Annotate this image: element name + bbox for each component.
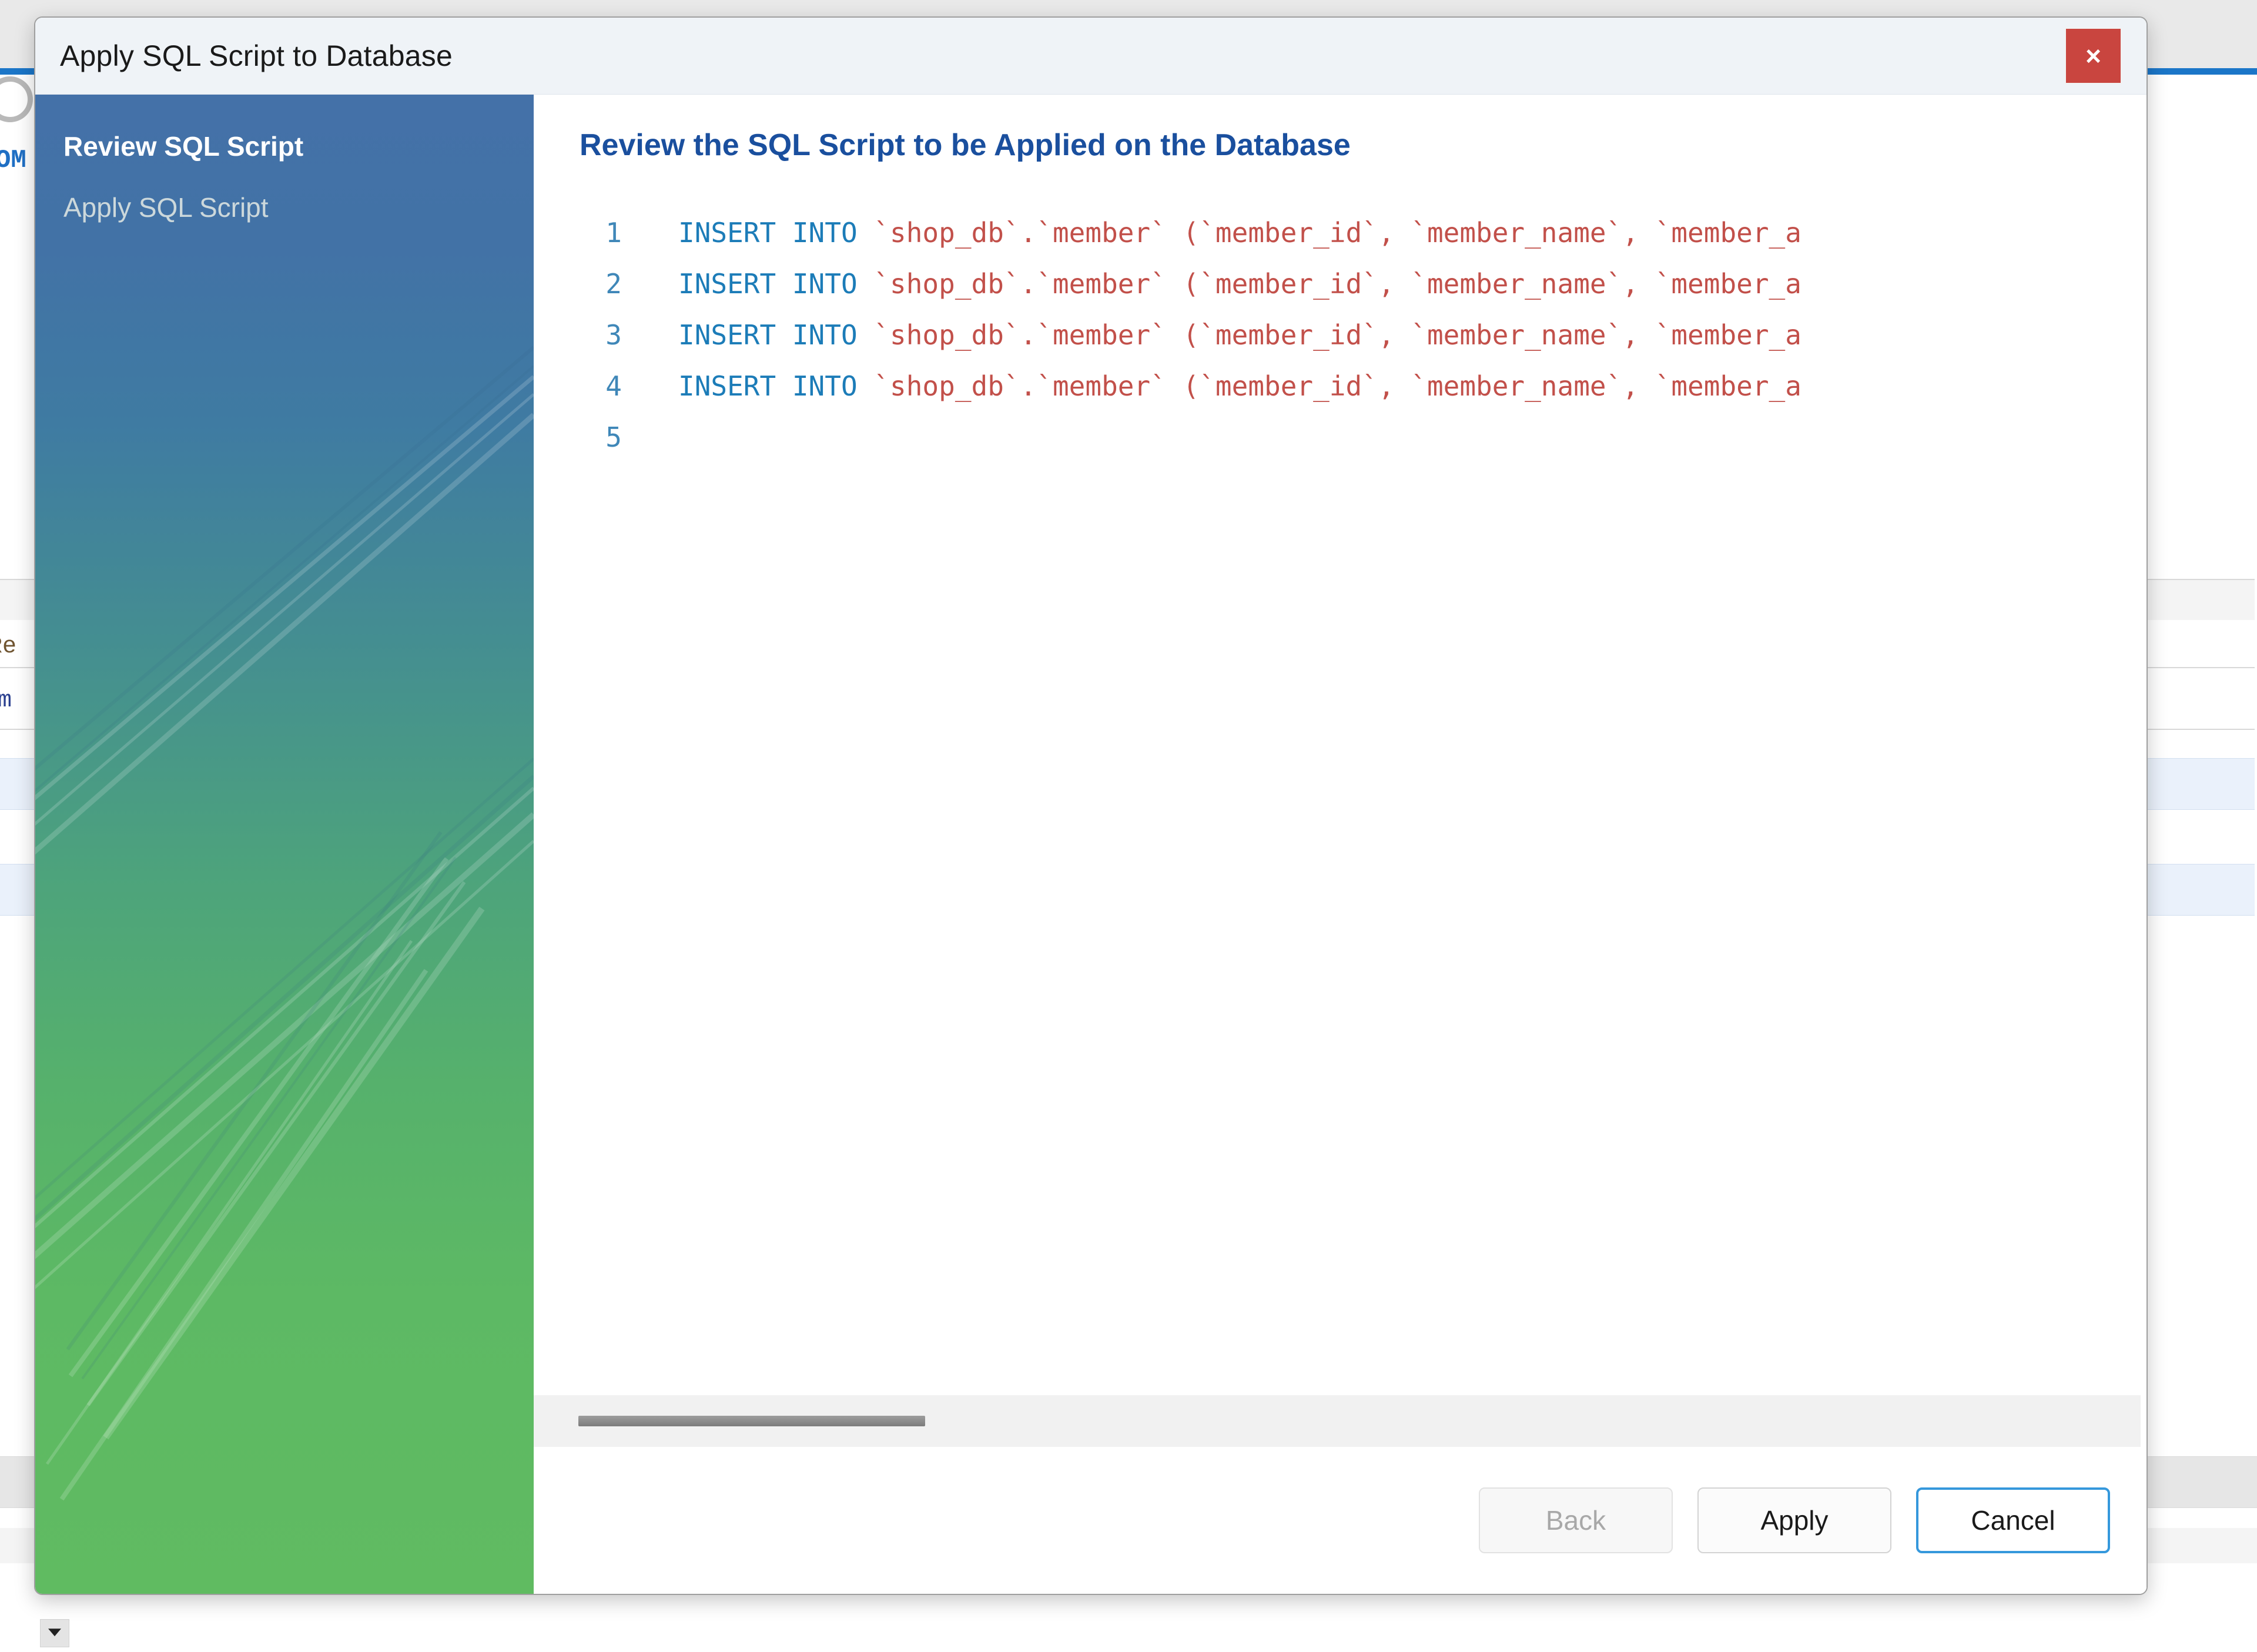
sql-code-text: INSERT INTO `shop_db`.`member` (`member_… bbox=[635, 217, 1801, 249]
sql-code-scroll-region[interactable]: 1 INSERT INTO `shop_db`.`member` (`member… bbox=[534, 217, 2147, 1395]
sql-code-line: 4 INSERT INTO `shop_db`.`member` (`member… bbox=[534, 370, 2147, 421]
dialog-content: Review the SQL Script to be Applied on t… bbox=[534, 95, 2147, 1594]
apply-button[interactable]: Apply bbox=[1697, 1487, 1891, 1553]
sidebar-decorative-streaks bbox=[35, 346, 534, 1501]
dialog-title: Apply SQL Script to Database bbox=[60, 39, 453, 72]
dialog-body: Review SQL Script Apply SQL Script Revie… bbox=[35, 95, 2147, 1594]
wizard-sidebar: Review SQL Script Apply SQL Script bbox=[35, 95, 534, 1594]
background-column-header-fragment: am bbox=[0, 688, 12, 714]
sql-token: `shop_db`.`member` (`member_id`, `member… bbox=[873, 370, 1801, 402]
sql-code-text: INSERT INTO `shop_db`.`member` (`member_… bbox=[635, 319, 1801, 351]
dialog-titlebar: Apply SQL Script to Database × bbox=[35, 18, 2147, 95]
close-button[interactable]: × bbox=[2065, 28, 2122, 84]
background-result-label-fragment: Re bbox=[0, 634, 17, 660]
sql-code-text: INSERT INTO `shop_db`.`member` (`member_… bbox=[635, 268, 1801, 300]
sidebar-item-label: Apply SQL Script bbox=[63, 192, 269, 223]
sql-code-line: 2 INSERT INTO `shop_db`.`member` (`member… bbox=[534, 268, 2147, 319]
sql-code-line: 1 INSERT INTO `shop_db`.`member` (`member… bbox=[534, 217, 2147, 268]
line-number: 5 bbox=[605, 421, 622, 453]
sql-code-line: 3 INSERT INTO `shop_db`.`member` (`member… bbox=[534, 319, 2147, 370]
sql-code-text: INSERT INTO `shop_db`.`member` (`member_… bbox=[635, 370, 1801, 402]
line-number: 2 bbox=[605, 268, 622, 300]
close-icon: × bbox=[2085, 41, 2101, 71]
back-button-label: Back bbox=[1545, 1505, 1606, 1536]
sidebar-item-review-sql-script[interactable]: Review SQL Script bbox=[35, 116, 534, 177]
sidebar-step-list: Review SQL Script Apply SQL Script bbox=[35, 95, 534, 238]
background-scroll-down-button[interactable] bbox=[40, 1619, 69, 1647]
line-number: 4 bbox=[605, 370, 622, 402]
horizontal-scrollbar-track[interactable] bbox=[534, 1395, 2141, 1447]
apply-sql-script-dialog: Apply SQL Script to Database × Review SQ… bbox=[34, 16, 2148, 1595]
cancel-button[interactable]: Cancel bbox=[1916, 1487, 2110, 1553]
line-number: 3 bbox=[605, 319, 622, 351]
sql-token: INSERT INTO bbox=[678, 268, 874, 300]
back-button[interactable]: Back bbox=[1479, 1487, 1673, 1553]
sidebar-item-apply-sql-script[interactable]: Apply SQL Script bbox=[35, 177, 534, 238]
sidebar-item-label: Review SQL Script bbox=[63, 131, 304, 162]
sql-token: `shop_db`.`member` (`member_id`, `member… bbox=[873, 268, 1801, 300]
sql-token: `shop_db`.`member` (`member_id`, `member… bbox=[873, 319, 1801, 351]
background-sql-fragment-from: OM bbox=[0, 146, 26, 175]
sql-token: INSERT INTO bbox=[678, 370, 874, 402]
horizontal-scrollbar-thumb[interactable] bbox=[578, 1416, 925, 1426]
sql-script-viewer: 1 INSERT INTO `shop_db`.`member` (`member… bbox=[534, 217, 2147, 1447]
apply-button-label: Apply bbox=[1760, 1505, 1829, 1536]
sql-token: `shop_db`.`member` (`member_id`, `member… bbox=[873, 217, 1801, 249]
page-title: Review the SQL Script to be Applied on t… bbox=[580, 128, 1351, 162]
dialog-footer: Back Apply Cancel bbox=[534, 1447, 2147, 1594]
line-number: 1 bbox=[605, 217, 622, 249]
sql-code-line: 5 bbox=[534, 421, 2147, 473]
sql-token: INSERT INTO bbox=[678, 319, 874, 351]
sql-token: INSERT INTO bbox=[678, 217, 874, 249]
cancel-button-label: Cancel bbox=[1971, 1505, 2055, 1536]
